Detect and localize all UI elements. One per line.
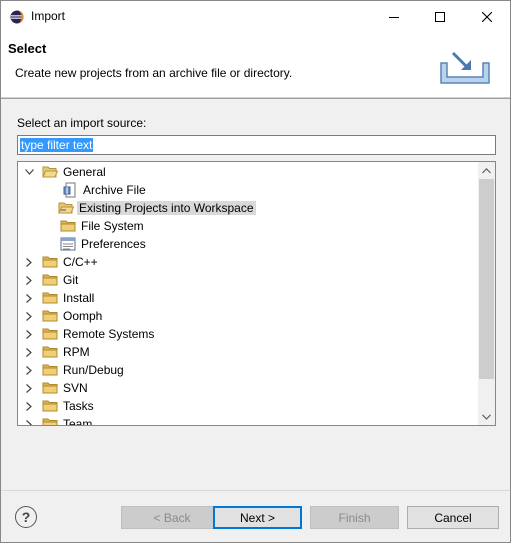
tree-item-rpm[interactable]: RPM <box>24 343 92 361</box>
folder-icon <box>42 326 58 342</box>
tree-item-run-debug[interactable]: Run/Debug <box>24 361 126 379</box>
close-icon <box>482 11 492 22</box>
folder-icon <box>42 254 58 270</box>
tree-item-label: Preferences <box>81 237 146 251</box>
scroll-up-button[interactable] <box>478 162 495 179</box>
cancel-button[interactable]: Cancel <box>407 506 499 529</box>
chevron-right-icon[interactable] <box>24 257 34 267</box>
tree-item-label: Oomph <box>63 309 103 323</box>
tree-item-preferences[interactable]: Preferences <box>60 235 148 253</box>
folder-open-icon <box>42 164 58 180</box>
tree-item-label: General <box>63 165 106 179</box>
page-description: Create new projects from an archive file… <box>15 66 293 80</box>
tree-item-label: Remote Systems <box>63 327 155 341</box>
tree-item-label: C/C++ <box>63 255 98 269</box>
close-button[interactable] <box>464 1 510 32</box>
maximize-button[interactable] <box>417 1 463 32</box>
tree-item-label: RPM <box>63 345 90 359</box>
tree-item-file-system[interactable]: File System <box>60 217 146 235</box>
tree-item-general[interactable]: General <box>24 163 108 181</box>
wizard-banner: Select Create new projects from an archi… <box>1 32 510 98</box>
tree-item-tasks[interactable]: Tasks <box>24 397 96 415</box>
chevron-right-icon[interactable] <box>24 293 34 303</box>
folder-icon <box>42 344 58 360</box>
tree-item-archive-file[interactable]: Archive File <box>62 181 148 199</box>
tree-item-existing-projects[interactable]: Existing Projects into Workspace <box>58 199 256 217</box>
chevron-right-icon[interactable] <box>24 383 34 393</box>
window-title: Import <box>31 9 66 23</box>
tree-item-oomph[interactable]: Oomph <box>24 307 104 325</box>
back-button[interactable]: < Back <box>121 506 223 529</box>
tree-item-svn[interactable]: SVN <box>24 379 90 397</box>
import-source-label: Select an import source: <box>17 116 147 130</box>
folder-icon <box>42 416 58 425</box>
chevron-right-icon[interactable] <box>24 275 34 285</box>
folder-icon <box>60 218 76 234</box>
minimize-icon <box>389 16 399 18</box>
tree-item-label: Install <box>63 291 95 305</box>
tree-item-label: Archive File <box>83 183 146 197</box>
tree-item-label: Team <box>63 417 93 426</box>
folder-icon <box>42 398 58 414</box>
filter-text: type filter text <box>20 138 94 152</box>
tree-item-label: File System <box>81 219 144 233</box>
import-dialog: Import Select Create new projects from a… <box>0 0 511 543</box>
folder-icon <box>42 290 58 306</box>
minimize-button[interactable] <box>371 1 417 32</box>
tree-item-label: Tasks <box>63 399 94 413</box>
folder-icon <box>42 380 58 396</box>
tree-item-label: SVN <box>63 381 88 395</box>
footer-separator <box>1 490 510 491</box>
tree-scrollbar[interactable] <box>478 162 495 425</box>
next-button[interactable]: Next > <box>213 506 302 529</box>
tree-item-label: Existing Projects into Workspace <box>77 201 256 215</box>
title-bar[interactable]: Import <box>1 1 510 32</box>
chevron-right-icon[interactable] <box>24 365 34 375</box>
import-wizard-icon <box>440 51 490 84</box>
import-source-tree[interactable]: General Archive File Existing Projects i… <box>17 161 496 426</box>
tree-item-label: Run/Debug <box>63 363 124 377</box>
chevron-up-icon <box>482 167 491 173</box>
chevron-right-icon[interactable] <box>24 401 34 411</box>
folder-icon <box>42 362 58 378</box>
tree-item-remote-systems[interactable]: Remote Systems <box>24 325 156 343</box>
filter-input[interactable]: type filter text <box>17 135 496 155</box>
scroll-thumb[interactable] <box>479 179 494 379</box>
maximize-icon <box>435 11 445 22</box>
help-button[interactable]: ? <box>15 506 37 528</box>
folder-icon <box>42 272 58 288</box>
scroll-down-button[interactable] <box>478 408 495 425</box>
finish-button[interactable]: Finish <box>310 506 399 529</box>
tree-item-label: Git <box>63 273 79 287</box>
chevron-right-icon[interactable] <box>24 419 34 425</box>
tree-item-cpp[interactable]: C/C++ <box>24 253 100 271</box>
chevron-right-icon[interactable] <box>24 311 34 321</box>
eclipse-icon <box>10 10 24 24</box>
header-separator <box>1 98 510 99</box>
archive-file-icon <box>62 182 78 198</box>
tree-item-git[interactable]: Git <box>24 271 80 289</box>
page-title: Select <box>8 41 47 56</box>
chevron-down-icon[interactable] <box>24 167 34 177</box>
help-icon: ? <box>21 509 31 525</box>
chevron-right-icon[interactable] <box>24 347 34 357</box>
existing-projects-icon <box>58 200 74 216</box>
tree-item-team[interactable]: Team <box>24 415 94 426</box>
chevron-down-icon <box>482 413 491 420</box>
folder-icon <box>42 308 58 324</box>
chevron-right-icon[interactable] <box>24 329 34 339</box>
tree-item-install[interactable]: Install <box>24 289 96 307</box>
preferences-icon <box>60 236 76 252</box>
